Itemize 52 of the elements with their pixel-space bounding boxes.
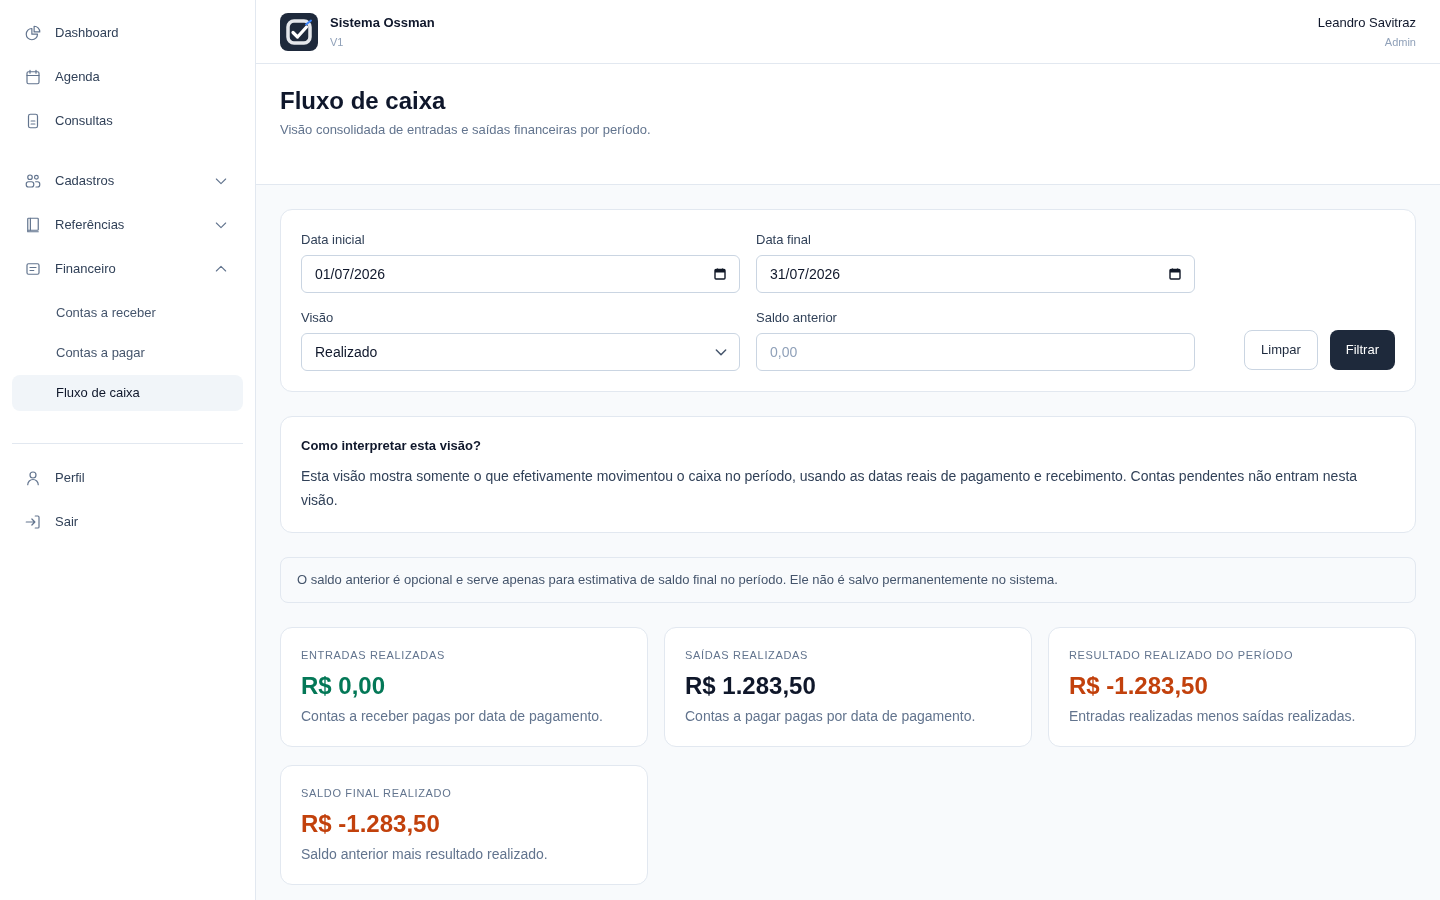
clear-button[interactable]: Limpar xyxy=(1244,330,1318,370)
sidebar-subitem[interactable]: Contas a pagar xyxy=(12,335,243,371)
pie-chart-icon xyxy=(24,24,42,42)
stat-description: Contas a pagar pagas por data de pagamento. xyxy=(685,707,977,726)
app-version: V1 xyxy=(330,34,345,50)
user-role: Admin xyxy=(1384,34,1416,50)
info-text: Esta visão mostra somente o que efetivamente movimentou o caixa no período, usando as datas reais de pagamento e recebimento. Contas pendentes não entram nesta visão. xyxy=(301,467,1359,510)
stat-description: Saldo anterior mais resultado realizado. xyxy=(301,845,549,864)
user-icon xyxy=(24,469,42,487)
book-icon xyxy=(24,216,42,234)
page-subtitle: Visão consolidada de entradas e saídas financeiras por período. xyxy=(280,121,652,139)
stat-value: R$ 0,00 xyxy=(301,671,387,701)
sidebar-subitem[interactable]: Fluxo de caixa xyxy=(12,375,243,411)
stat-description: Contas a receber pagas por data de pagamento. xyxy=(301,707,604,726)
logo-icon xyxy=(280,12,318,51)
field-label: Data inicial xyxy=(301,231,366,249)
sign-in-icon xyxy=(24,513,42,531)
page-title: Fluxo de caixa xyxy=(280,86,447,116)
calendar-icon xyxy=(24,68,42,86)
sidebar-item[interactable]: Agenda xyxy=(12,55,243,99)
stat-label: ENTRADAS REALIZADAS xyxy=(301,648,446,663)
input-field[interactable]: 0,00 xyxy=(756,333,1195,371)
sidebar-item[interactable]: Sair xyxy=(12,500,243,544)
date-field[interactable]: 01/07/2026 xyxy=(301,255,740,293)
sidebar-item[interactable]: Perfil xyxy=(12,456,243,500)
stat-label: SAÍDAS REALIZADAS xyxy=(685,648,810,663)
calendar-icon[interactable] xyxy=(714,268,726,280)
field-label: Data final xyxy=(756,231,812,249)
stat-value: R$ -1.283,50 xyxy=(301,809,441,839)
document-lines-icon xyxy=(24,260,42,278)
stat-label: SALDO FINAL REALIZADO xyxy=(301,786,453,801)
date-field[interactable]: 31/07/2026 xyxy=(756,255,1195,293)
field-label: Saldo anterior xyxy=(756,309,838,327)
sidebar-subitem[interactable]: Contas a receber xyxy=(12,295,243,331)
calendar-icon[interactable] xyxy=(1169,268,1181,280)
users-icon xyxy=(24,172,42,190)
select-field[interactable]: Realizado xyxy=(301,333,740,371)
sidebar-item[interactable]: Cadastros xyxy=(12,159,243,203)
note-text: O saldo anterior é opcional e serve apenas para estimativa de saldo final no período. Ele não é salvo permanentemente no sistema. xyxy=(297,571,1059,589)
field-label: Visão xyxy=(301,309,335,327)
stat-label: RESULTADO REALIZADO DO PERÍODO xyxy=(1069,648,1295,663)
stat-description: Entradas realizadas menos saídas realizadas. xyxy=(1069,707,1357,726)
stat-value: R$ 1.283,50 xyxy=(685,671,817,701)
app-name: Sistema Ossman xyxy=(330,13,435,32)
sidebar-item[interactable]: Financeiro xyxy=(12,247,243,291)
sidebar-item[interactable]: Dashboard xyxy=(12,11,243,55)
user-name: Leandro Savitraz xyxy=(1317,13,1416,32)
sidebar-item[interactable]: Referências xyxy=(12,203,243,247)
filter-button[interactable]: Filtrar xyxy=(1329,330,1395,370)
info-title: Como interpretar esta visão? xyxy=(301,437,482,455)
sidebar-item[interactable]: Consultas xyxy=(12,99,243,143)
stat-value: R$ -1.283,50 xyxy=(1069,671,1209,701)
